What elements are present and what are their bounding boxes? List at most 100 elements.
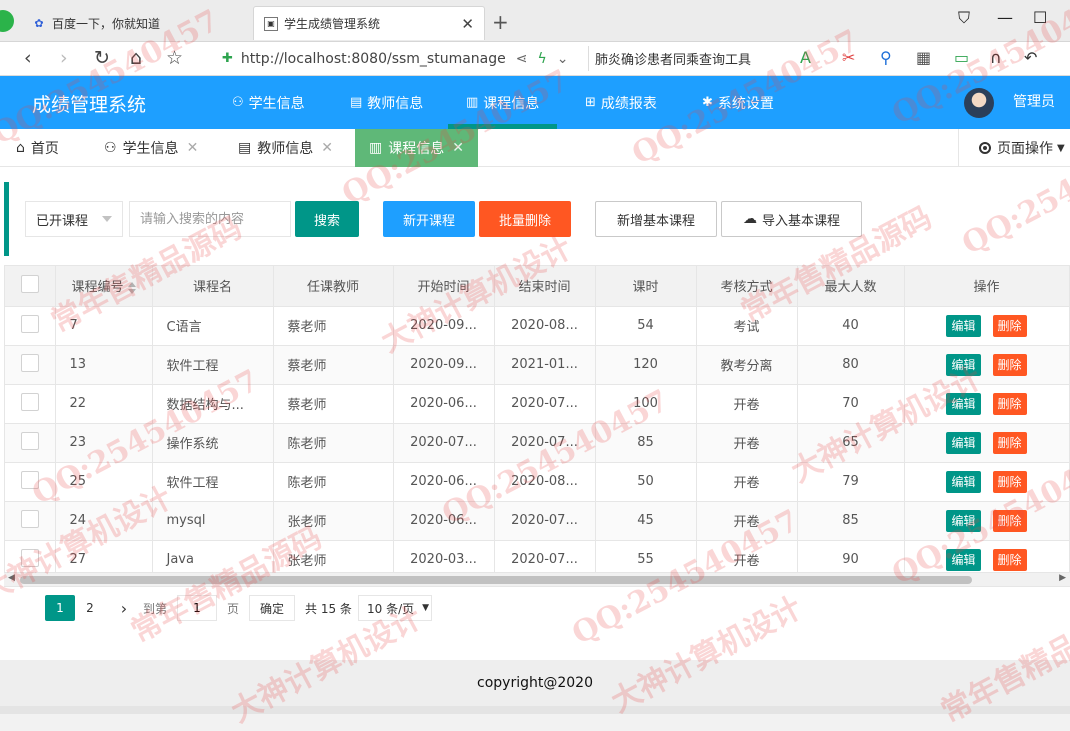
confirm-label: 确定 bbox=[259, 601, 284, 616]
select-all-checkbox[interactable] bbox=[5, 266, 56, 307]
tab-student-info[interactable]: ⚇ 学生信息 ✕ bbox=[104, 129, 198, 167]
table-row[interactable]: 22 数据结构与... 蔡老师 2020-06... 2020-07... 100 开卷 70… bbox=[5, 384, 1069, 424]
batch-delete-button[interactable]: 批量删除 bbox=[479, 201, 571, 237]
edit-button[interactable]: 编辑 bbox=[946, 392, 981, 415]
edit-button[interactable]: 编辑 bbox=[946, 548, 981, 571]
scroll-left-icon[interactable]: ◀ bbox=[8, 573, 15, 583]
edit-button[interactable]: 编辑 bbox=[946, 431, 981, 454]
home-icon[interactable]: ⌂ bbox=[130, 47, 142, 69]
menu-course-info[interactable]: ▥ 课程信息 bbox=[447, 76, 558, 129]
browser-search-field[interactable]: 肺炎确诊患者同乘查询工具 bbox=[588, 46, 778, 71]
table-row[interactable]: 25 软件工程 陈老师 2020-06... 2020-08... 50 开卷 79 编辑 删除 bbox=[5, 462, 1069, 502]
avatar[interactable] bbox=[964, 88, 994, 118]
edit-button[interactable]: 编辑 bbox=[946, 509, 981, 532]
table-header-row: 课程编号 课程名 任课教师 开始时间 结束时间 课时 考核方式 最大人数 操作 bbox=[5, 266, 1069, 307]
row-checkbox[interactable] bbox=[5, 345, 56, 385]
caret-down-icon: ▼ bbox=[1057, 142, 1065, 154]
add-basic-course-button[interactable]: 新增基本课程 bbox=[595, 201, 717, 237]
menu-student-info[interactable]: ⚇ 学生信息 bbox=[232, 76, 305, 129]
scroll-right-icon[interactable]: ▶ bbox=[1059, 573, 1066, 583]
delete-button[interactable]: 删除 bbox=[992, 353, 1027, 376]
row-checkbox[interactable] bbox=[5, 306, 56, 346]
undo-icon[interactable]: ↶ bbox=[1024, 48, 1037, 67]
delete-button[interactable]: 删除 bbox=[992, 470, 1027, 493]
tab-home[interactable]: ⌂ 首页 bbox=[16, 129, 59, 167]
cell-exam-type: 开卷 bbox=[696, 423, 798, 463]
table-row[interactable]: 7 C语言 蔡老师 2020-09... 2020-08... 54 考试 40 编辑 删除 bbox=[5, 306, 1069, 346]
close-icon[interactable]: ✕ bbox=[321, 140, 333, 156]
pagination: 1 2 › 到第 页 共 15 条 bbox=[0, 590, 1070, 628]
users-icon: ⚇ bbox=[104, 140, 117, 156]
browser-tabbar: ✿ 百度一下，你就知道 ▣ 学生成绩管理系统 ✕ + ⛉ — ☐ bbox=[0, 0, 1070, 42]
back-icon[interactable]: ‹ bbox=[24, 47, 32, 69]
sort-icon[interactable] bbox=[127, 281, 136, 294]
row-checkbox[interactable] bbox=[5, 462, 56, 502]
star-icon[interactable]: ☆ bbox=[166, 47, 183, 69]
course-filter-select[interactable]: 已开课程 bbox=[25, 201, 123, 237]
import-basic-course-button[interactable]: ☁ 导入基本课程 bbox=[721, 201, 862, 237]
bolt-icon[interactable]: ϟ bbox=[538, 51, 547, 67]
table-row[interactable]: 13 软件工程 蔡老师 2020-09... 2021-01... 120 教考分离 80 编辑… bbox=[5, 345, 1069, 385]
cell-teacher: 蔡老师 bbox=[273, 306, 394, 346]
tab-course-info[interactable]: ▥ 课程信息 ✕ bbox=[355, 129, 478, 167]
menu-score-report[interactable]: ⊞ 成绩报表 bbox=[585, 76, 657, 129]
goto-page-input[interactable] bbox=[177, 595, 217, 621]
search-icon[interactable]: ⚲ bbox=[880, 48, 892, 67]
menu-label: 教师信息 bbox=[367, 95, 424, 112]
gear-icon: ✱ bbox=[702, 95, 713, 110]
menu-system-settings[interactable]: ✱ 系统设置 bbox=[702, 76, 774, 129]
headphones-icon[interactable]: ∩ bbox=[990, 48, 1002, 67]
delete-button[interactable]: 删除 bbox=[992, 431, 1027, 454]
scrollbar-thumb[interactable] bbox=[20, 576, 972, 584]
forward-icon[interactable]: › bbox=[60, 47, 68, 69]
shirt-icon[interactable]: ⛉ bbox=[958, 8, 970, 28]
row-checkbox[interactable] bbox=[5, 501, 56, 541]
cell-course-id: 13 bbox=[55, 345, 153, 385]
row-checkbox[interactable] bbox=[5, 384, 56, 424]
tab-teacher-info[interactable]: ▤ 教师信息 ✕ bbox=[238, 129, 333, 167]
minimize-icon[interactable]: — bbox=[997, 8, 1013, 27]
row-checkbox[interactable] bbox=[5, 423, 56, 463]
maximize-icon[interactable]: ☐ bbox=[1033, 8, 1047, 27]
table-icon: ⊞ bbox=[585, 95, 596, 110]
chevron-down-icon[interactable]: ⌄ bbox=[557, 51, 569, 67]
delete-button[interactable]: 删除 bbox=[992, 509, 1027, 532]
browser-tab-baidu[interactable]: ✿ 百度一下，你就知道 bbox=[22, 6, 252, 40]
cell-course-name: mysql bbox=[152, 501, 274, 541]
page-operations-menu[interactable]: 页面操作 ▼ bbox=[958, 129, 1070, 167]
cell-end-time: 2020-07... bbox=[494, 384, 596, 424]
menu-teacher-info[interactable]: ▤ 教师信息 bbox=[350, 76, 423, 129]
search-button[interactable]: 搜索 bbox=[295, 201, 359, 237]
delete-button[interactable]: 删除 bbox=[992, 392, 1027, 415]
page-2-button[interactable]: 2 bbox=[80, 595, 100, 621]
delete-button[interactable]: 删除 bbox=[992, 548, 1027, 571]
goto-confirm-button[interactable]: 确定 bbox=[249, 595, 295, 621]
close-icon[interactable]: ✕ bbox=[187, 140, 199, 156]
horizontal-scrollbar[interactable]: ◀ ▶ bbox=[4, 572, 1070, 586]
translate-icon[interactable]: A bbox=[800, 48, 811, 67]
delete-button[interactable]: 删除 bbox=[992, 314, 1027, 337]
table-row[interactable]: 23 操作系统 陈老师 2020-07... 2020-07... 85 开卷 65 编辑 删除 bbox=[5, 423, 1069, 463]
edit-button[interactable]: 编辑 bbox=[946, 353, 981, 376]
header-course-id[interactable]: 课程编号 bbox=[55, 266, 153, 307]
reload-icon[interactable]: ↻ bbox=[94, 47, 110, 69]
page-size-select[interactable]: 10 条/页 ▼ bbox=[358, 595, 432, 621]
apps-icon[interactable]: ▦ bbox=[916, 48, 931, 67]
user-menu[interactable]: 管理员 bbox=[1013, 91, 1055, 111]
close-icon[interactable]: ✕ bbox=[452, 140, 464, 156]
battery-icon[interactable]: ▭ bbox=[954, 48, 969, 67]
header-max-students: 最大人数 bbox=[797, 266, 905, 307]
search-input[interactable] bbox=[129, 201, 291, 237]
new-tab-icon[interactable]: + bbox=[492, 10, 509, 34]
scissors-icon[interactable]: ✂ bbox=[842, 48, 855, 67]
edit-button[interactable]: 编辑 bbox=[946, 470, 981, 493]
url-field[interactable]: ✚ http://localhost:8080/ssm_stumanage ⋖ … bbox=[222, 46, 582, 71]
browser-tab-app[interactable]: ▣ 学生成绩管理系统 ✕ bbox=[253, 6, 485, 40]
next-page-icon[interactable]: › bbox=[114, 595, 134, 621]
page-1-button[interactable]: 1 bbox=[45, 595, 75, 621]
table-row[interactable]: 24 mysql 张老师 2020-06... 2020-07... 45 开卷 85 编辑 删除 bbox=[5, 501, 1069, 541]
share-icon[interactable]: ⋖ bbox=[516, 51, 528, 67]
edit-button[interactable]: 编辑 bbox=[946, 314, 981, 337]
close-tab-icon[interactable]: ✕ bbox=[461, 15, 474, 33]
open-course-button[interactable]: 新开课程 bbox=[383, 201, 475, 237]
